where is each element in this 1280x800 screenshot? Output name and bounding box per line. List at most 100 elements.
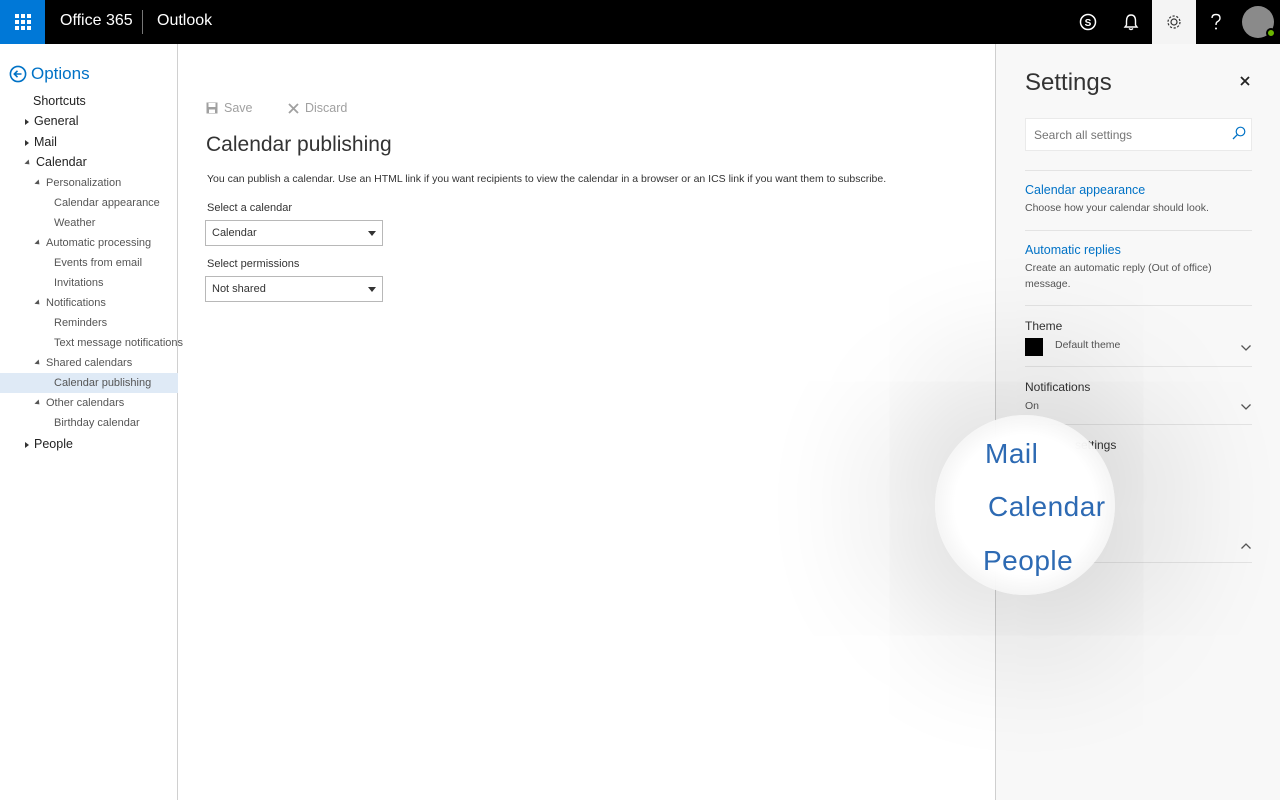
options-title: Options xyxy=(31,64,90,83)
nav-item-shortcuts[interactable]: Shortcuts xyxy=(0,91,178,111)
settings-panel: Settings Calendar appearance Choose how … xyxy=(995,44,1280,800)
svg-text:S: S xyxy=(1085,18,1092,29)
caret-down-icon xyxy=(34,299,42,307)
skype-icon: S xyxy=(1079,13,1097,31)
calendar-select[interactable]: Calendar xyxy=(205,220,383,246)
nav-label: Reminders xyxy=(54,317,108,329)
nav-label: People xyxy=(34,437,73,451)
permissions-select-value: Not shared xyxy=(212,283,266,295)
discard-label: Discard xyxy=(305,101,348,115)
caret-down-icon xyxy=(34,179,42,187)
close-icon xyxy=(288,102,299,114)
permissions-select[interactable]: Not shared xyxy=(205,276,383,302)
discard-button[interactable]: Discard xyxy=(288,101,347,115)
chevron-down-icon xyxy=(368,287,376,292)
caret-right-icon xyxy=(25,139,29,146)
chevron-down-icon xyxy=(368,231,376,236)
nav-item-weather[interactable]: Weather xyxy=(0,213,178,233)
page-description: You can publish a calendar. Use an HTML … xyxy=(207,173,887,185)
save-icon xyxy=(206,102,218,114)
close-settings-button[interactable] xyxy=(1239,74,1255,90)
nav-label: Events from email xyxy=(54,257,143,269)
theme-swatch[interactable] xyxy=(1025,338,1043,356)
divider xyxy=(1025,424,1252,425)
back-arrow-icon xyxy=(9,65,27,83)
nav-item-calendar[interactable]: Calendar xyxy=(0,152,178,172)
nav-label: Calendar xyxy=(36,155,87,169)
divider xyxy=(1025,305,1252,306)
nav-label: Notifications xyxy=(46,297,106,309)
save-button[interactable]: Save xyxy=(206,101,253,115)
nav-item-calendar-publishing[interactable]: Calendar publishing xyxy=(0,373,178,393)
nav-label: Other calendars xyxy=(46,397,125,409)
settings-search-input[interactable] xyxy=(1025,118,1252,151)
question-icon xyxy=(1211,13,1221,30)
calendar-appearance-link[interactable]: Calendar appearance xyxy=(1025,183,1145,197)
notifications-button[interactable] xyxy=(1109,0,1153,44)
automatic-replies-desc: Create an automatic reply (Out of office… xyxy=(1025,262,1212,290)
divider xyxy=(1025,562,1252,563)
nav-item-other-calendars[interactable]: Other calendars xyxy=(0,393,178,413)
close-icon xyxy=(1240,76,1250,86)
search-icon[interactable] xyxy=(1232,126,1246,140)
settings-button[interactable] xyxy=(1152,0,1196,44)
nav-label: Shared calendars xyxy=(46,357,133,369)
presence-indicator xyxy=(1266,28,1276,38)
nav-item-text-message-notifications[interactable]: Text message notifications xyxy=(0,333,183,353)
nav-item-automatic-processing[interactable]: Automatic processing xyxy=(0,233,178,253)
nav-item-general[interactable]: General xyxy=(0,111,178,131)
chevron-down-icon[interactable] xyxy=(1240,403,1252,411)
app-settings-partial-label: settings xyxy=(1075,438,1117,452)
nav-label: Shortcuts xyxy=(33,94,86,108)
divider xyxy=(1025,366,1252,367)
nav-label: Calendar appearance xyxy=(54,197,160,209)
nav-item-notifications[interactable]: Notifications xyxy=(0,293,178,313)
nav-item-people[interactable]: People xyxy=(0,434,178,454)
save-label: Save xyxy=(224,101,253,115)
skype-button[interactable]: S xyxy=(1066,0,1110,44)
bell-icon xyxy=(1123,14,1139,31)
nav-item-invitations[interactable]: Invitations xyxy=(0,273,178,293)
theme-label: Theme xyxy=(1025,319,1063,333)
nav-item-birthday-calendar[interactable]: Birthday calendar xyxy=(0,413,178,433)
nav-item-events-from-email[interactable]: Events from email xyxy=(0,253,178,273)
nav-label: Personalization xyxy=(46,177,122,189)
nav-item-shared-calendars[interactable]: Shared calendars xyxy=(0,353,178,373)
help-button[interactable] xyxy=(1194,0,1238,44)
chevron-up-icon[interactable] xyxy=(1240,542,1252,550)
chevron-down-icon[interactable] xyxy=(1240,344,1252,352)
automatic-replies-link[interactable]: Automatic replies xyxy=(1025,243,1121,257)
top-bar: Office 365 Outlook S xyxy=(0,0,1280,44)
nav-item-calendar-appearance[interactable]: Calendar appearance xyxy=(0,193,178,213)
caret-down-icon xyxy=(34,359,42,367)
app-name[interactable]: Outlook xyxy=(157,12,212,30)
calendar-select-label: Select a calendar xyxy=(207,202,292,214)
avatar[interactable] xyxy=(1242,6,1276,38)
nav-label: Weather xyxy=(54,217,96,229)
brand-name[interactable]: Office 365 xyxy=(60,12,133,30)
theme-value: Default theme xyxy=(1055,339,1121,351)
brand-divider xyxy=(142,10,143,34)
nav-label: Mail xyxy=(34,135,57,149)
app-launcher-button[interactable] xyxy=(0,0,45,44)
caret-right-icon xyxy=(25,118,29,125)
nav-item-reminders[interactable]: Reminders xyxy=(0,313,178,333)
nav-item-personalization[interactable]: Personalization xyxy=(0,173,178,193)
divider xyxy=(1025,170,1252,171)
notifications-label: Notifications xyxy=(1025,380,1091,394)
nav-label: Invitations xyxy=(54,277,104,289)
settings-title: Settings xyxy=(1025,69,1112,96)
permissions-select-label: Select permissions xyxy=(207,258,300,270)
waffle-icon xyxy=(14,14,31,30)
nav-label: Text message notifications xyxy=(54,337,184,349)
caret-right-icon xyxy=(25,441,29,448)
caret-down-icon xyxy=(24,159,32,167)
nav-label: General xyxy=(34,114,79,128)
nav-label: Calendar publishing xyxy=(54,377,152,389)
divider xyxy=(1025,230,1252,231)
notifications-value: On xyxy=(1025,400,1040,412)
nav-item-mail[interactable]: Mail xyxy=(0,132,178,152)
options-back-button[interactable]: Options xyxy=(9,64,90,84)
calendar-appearance-desc: Choose how your calendar should look. xyxy=(1025,202,1209,214)
gear-icon xyxy=(1167,15,1181,29)
